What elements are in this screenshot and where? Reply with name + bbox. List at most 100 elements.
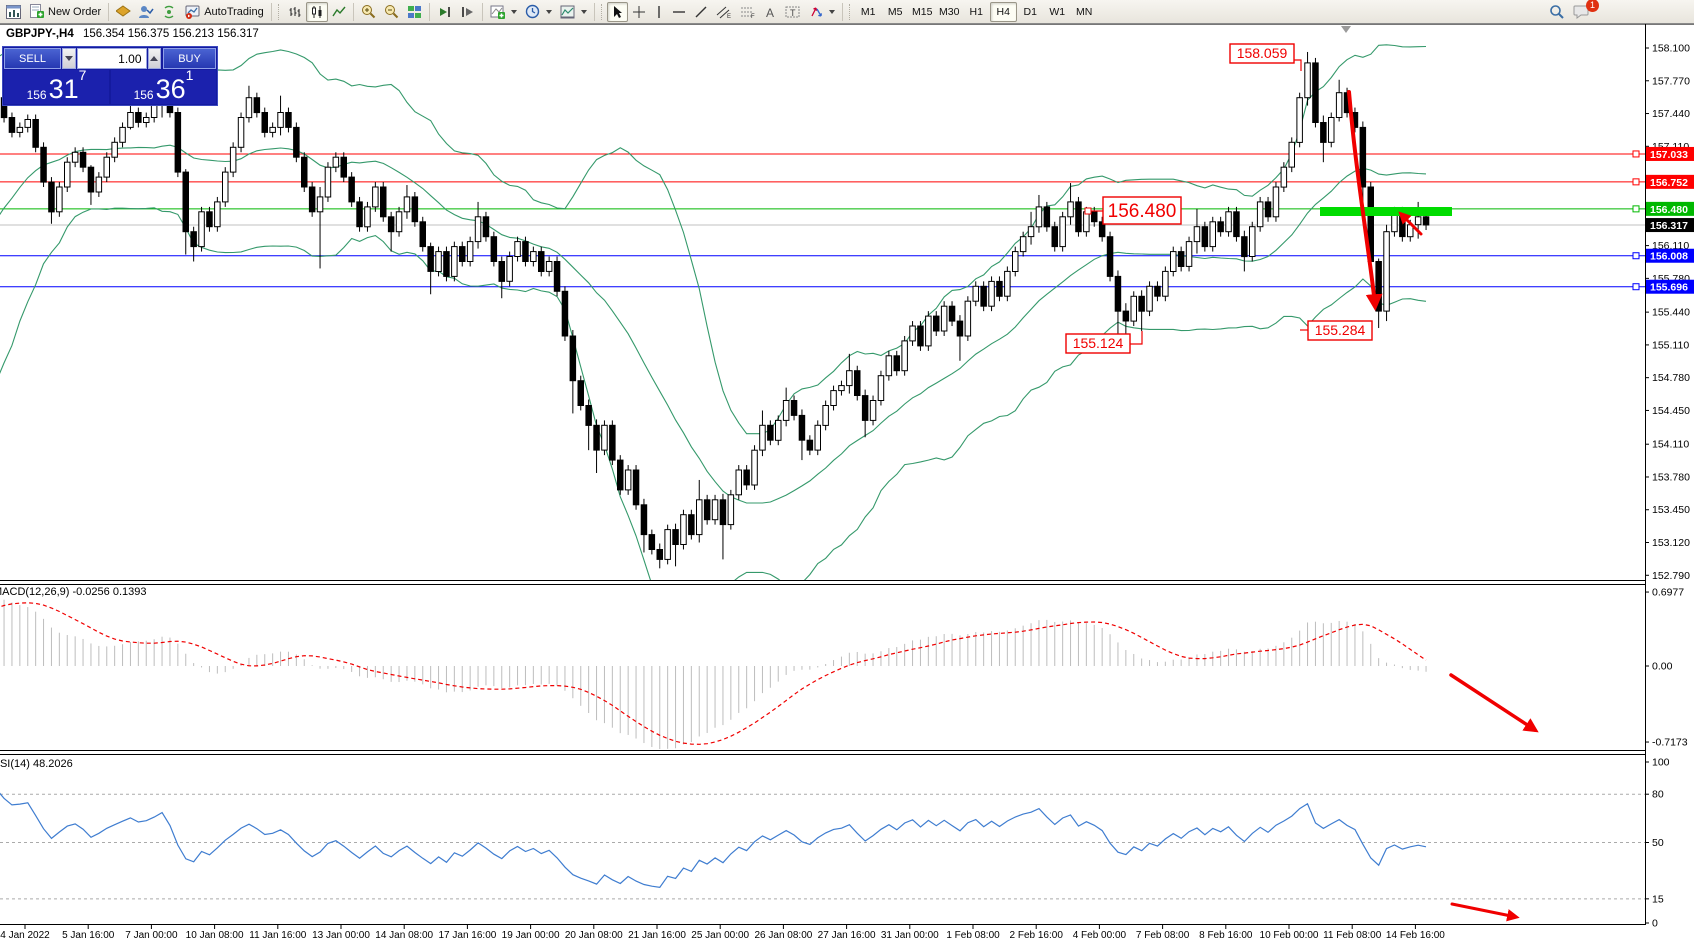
notifications-button[interactable]: 1 — [1569, 2, 1594, 22]
cursor-tool-button[interactable] — [607, 2, 628, 22]
trendline-tool-button[interactable] — [690, 2, 712, 22]
horizontal-line-icon — [672, 7, 686, 17]
line-chart-mode-button[interactable] — [328, 2, 350, 22]
volume-increase-button[interactable] — [148, 48, 162, 69]
new-order-label: New Order — [48, 6, 101, 18]
dropdown-arrow-icon — [581, 10, 587, 14]
svg-text:0.6977: 0.6977 — [1652, 587, 1684, 599]
dropdown-arrow-icon — [829, 10, 835, 14]
tile-windows-button[interactable] — [403, 2, 426, 22]
svg-text:20 Jan 08:00: 20 Jan 08:00 — [565, 930, 623, 941]
macd-signal-line — [0, 603, 1426, 745]
sell-button[interactable]: SELL — [4, 48, 61, 69]
chart-shift-button[interactable] — [456, 2, 479, 22]
main-toolbar: New Order AutoTrading — [0, 0, 1694, 24]
line-chart-icon — [332, 5, 346, 19]
highlight-bar[interactable] — [1320, 207, 1452, 216]
fibonacci-tool-button[interactable]: F — [736, 2, 760, 22]
trendline-icon — [694, 5, 708, 19]
svg-text:153.780: 153.780 — [1652, 471, 1690, 483]
sell-price-sup: 7 — [79, 60, 87, 88]
time-axis[interactable]: 4 Jan 20225 Jan 16:007 Jan 00:0010 Jan 0… — [0, 925, 1445, 941]
price-annotation[interactable]: 156.480 — [1085, 197, 1181, 224]
chart-window-button[interactable] — [2, 2, 25, 22]
arrow-objects-icon — [809, 5, 823, 19]
svg-text:E: E — [727, 14, 731, 19]
svg-text:1 Feb 08:00: 1 Feb 08:00 — [946, 930, 1000, 941]
vertical-line-tool-button[interactable] — [650, 2, 668, 22]
svg-text:156.752: 156.752 — [1650, 177, 1688, 189]
volume-decrease-button[interactable] — [62, 48, 76, 69]
crosshair-tool-button[interactable] — [628, 2, 650, 22]
buy-price-display[interactable]: 156 36 1 — [111, 70, 216, 104]
svg-text:158.100: 158.100 — [1652, 43, 1690, 55]
autotrading-button[interactable]: AutoTrading — [181, 2, 268, 22]
sell-price-display[interactable]: 156 31 7 — [4, 70, 109, 104]
svg-text:155.440: 155.440 — [1652, 307, 1690, 319]
price-annotation[interactable]: 155.284 — [1300, 321, 1372, 340]
timeframe-w1-button[interactable]: W1 — [1044, 2, 1071, 22]
tile-windows-icon — [407, 5, 422, 19]
cursor-icon — [611, 5, 624, 19]
timeframe-m15-button[interactable]: M15 — [909, 2, 936, 22]
candles — [0, 52, 1429, 568]
svg-text:25 Jan 00:00: 25 Jan 00:00 — [691, 930, 749, 941]
price-axis: 158.100157.770157.440157.110156.110155.7… — [1633, 43, 1694, 582]
zoom-out-icon — [384, 4, 399, 19]
svg-text:19 Jan 00:00: 19 Jan 00:00 — [502, 930, 560, 941]
svg-text:50: 50 — [1652, 837, 1664, 849]
chart-canvas[interactable]: 158.100157.770157.440157.110156.110155.7… — [0, 0, 1694, 941]
svg-text:14 Feb 16:00: 14 Feb 16:00 — [1386, 930, 1445, 941]
timeframe-m5-button[interactable]: M5 — [882, 2, 909, 22]
chart-shift-icon — [460, 5, 475, 19]
svg-text:157.033: 157.033 — [1650, 149, 1688, 161]
svg-text:11 Jan 16:00: 11 Jan 16:00 — [249, 930, 307, 941]
auto-scroll-button[interactable] — [433, 2, 456, 22]
arrows-tool-button[interactable] — [805, 2, 839, 22]
timeframe-h1-button[interactable]: H1 — [963, 2, 990, 22]
equidistant-channel-tool-button[interactable]: E — [712, 2, 736, 22]
horizontal-line-tool-button[interactable] — [668, 2, 690, 22]
svg-text:15: 15 — [1652, 893, 1664, 905]
copy-trading-button[interactable] — [135, 2, 158, 22]
svg-text:4 Feb 00:00: 4 Feb 00:00 — [1073, 930, 1127, 941]
timeframe-m30-button[interactable]: M30 — [936, 2, 963, 22]
timeframe-m1-button[interactable]: M1 — [855, 2, 882, 22]
text-tool-button[interactable]: A — [760, 2, 781, 22]
periods-button[interactable] — [521, 2, 556, 22]
search-button[interactable] — [1545, 2, 1569, 22]
sell-price-big: 31 — [49, 76, 79, 102]
indicators-button[interactable] — [486, 2, 521, 22]
svg-text:27 Jan 16:00: 27 Jan 16:00 — [818, 930, 876, 941]
market-news-button[interactable] — [158, 2, 181, 22]
svg-text:7 Jan 00:00: 7 Jan 00:00 — [125, 930, 178, 941]
volume-input[interactable] — [77, 48, 147, 69]
chart-shift-marker[interactable] — [1341, 26, 1351, 33]
template-chart-icon — [560, 5, 575, 19]
svg-text:7 Feb 08:00: 7 Feb 08:00 — [1136, 930, 1190, 941]
buy-price-sup: 1 — [186, 60, 194, 88]
price-annotation[interactable]: 158.059 — [1230, 44, 1301, 71]
vertical-line-icon — [654, 5, 664, 19]
trading-platform-window: 158.100157.770157.440157.110156.110155.7… — [0, 0, 1694, 941]
macd-axis: 0.69770.00-0.7173 — [1645, 587, 1688, 749]
new-order-button[interactable]: New Order — [25, 2, 105, 22]
zoom-out-button[interactable] — [380, 2, 403, 22]
autotrading-icon — [185, 5, 200, 19]
timeframe-mn-button[interactable]: MN — [1071, 2, 1098, 22]
price-annotation[interactable]: 155.124 — [1066, 331, 1142, 353]
timeframe-d1-button[interactable]: D1 — [1017, 2, 1044, 22]
templates-button[interactable] — [556, 2, 591, 22]
signals-button[interactable] — [112, 2, 135, 22]
svg-text:154.450: 154.450 — [1652, 405, 1690, 417]
zoom-in-button[interactable] — [357, 2, 380, 22]
text-label-tool-button[interactable]: T — [781, 2, 805, 22]
candlestick-mode-button[interactable] — [306, 2, 328, 22]
zoom-in-icon — [361, 4, 376, 19]
timeframe-h4-button[interactable]: H4 — [990, 2, 1017, 22]
add-indicator-icon — [490, 5, 505, 19]
svg-text:10 Jan 08:00: 10 Jan 08:00 — [186, 930, 244, 941]
svg-text:153.120: 153.120 — [1652, 537, 1690, 549]
bar-chart-mode-button[interactable] — [284, 2, 306, 22]
candlestick-icon — [310, 5, 324, 19]
